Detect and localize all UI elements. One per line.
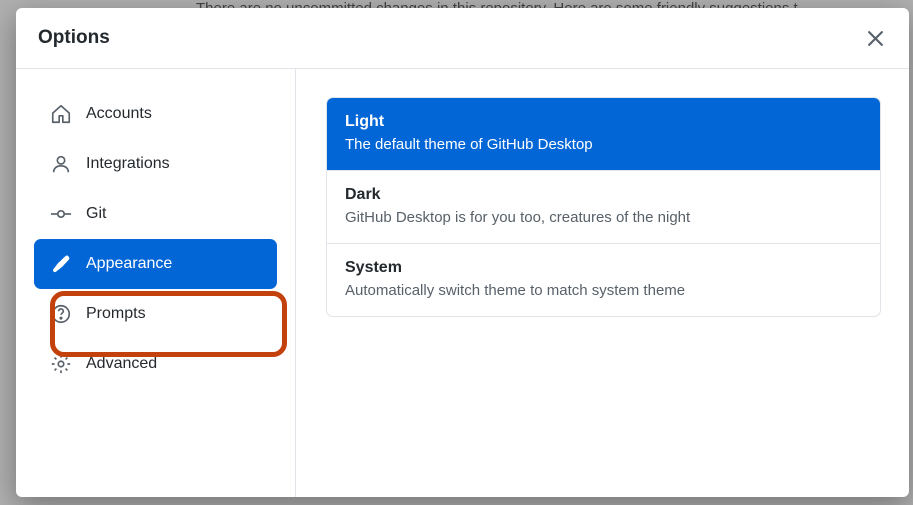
sidebar-item-appearance[interactable]: Appearance	[34, 239, 277, 289]
theme-title: Light	[345, 113, 862, 131]
sidebar-item-prompts[interactable]: Prompts	[34, 289, 277, 339]
sidebar-item-label: Prompts	[86, 305, 146, 323]
theme-description: GitHub Desktop is for you too, creatures…	[345, 209, 862, 226]
sidebar-item-label: Accounts	[86, 105, 152, 123]
question-circle-icon	[50, 303, 72, 325]
sidebar-item-advanced[interactable]: Advanced	[34, 339, 277, 389]
theme-list: Light The default theme of GitHub Deskto…	[326, 97, 881, 317]
gear-icon	[50, 353, 72, 375]
close-button[interactable]	[863, 26, 887, 50]
paintbrush-icon	[50, 253, 72, 275]
sidebar-item-label: Advanced	[86, 355, 157, 373]
git-commit-icon	[50, 203, 72, 225]
theme-title: Dark	[345, 186, 862, 204]
theme-description: The default theme of GitHub Desktop	[345, 136, 862, 153]
sidebar-item-label: Appearance	[86, 255, 172, 273]
theme-description: Automatically switch theme to match syst…	[345, 282, 862, 299]
theme-option-dark[interactable]: Dark GitHub Desktop is for you too, crea…	[327, 171, 880, 244]
theme-option-light[interactable]: Light The default theme of GitHub Deskto…	[327, 98, 880, 171]
sidebar-item-label: Integrations	[86, 155, 170, 173]
modal-header: Options	[16, 8, 909, 69]
person-icon	[50, 153, 72, 175]
modal-title: Options	[38, 27, 110, 49]
theme-title: System	[345, 259, 862, 277]
close-icon	[867, 30, 884, 47]
sidebar: Accounts Integrations Git Appearance	[16, 69, 296, 497]
sidebar-item-integrations[interactable]: Integrations	[34, 139, 277, 189]
home-icon	[50, 103, 72, 125]
modal-body: Accounts Integrations Git Appearance	[16, 69, 909, 497]
sidebar-item-git[interactable]: Git	[34, 189, 277, 239]
theme-option-system[interactable]: System Automatically switch theme to mat…	[327, 244, 880, 316]
main-panel: Light The default theme of GitHub Deskto…	[296, 69, 909, 497]
sidebar-item-accounts[interactable]: Accounts	[34, 89, 277, 139]
sidebar-item-label: Git	[86, 205, 106, 223]
options-modal: Options Accounts Integrations	[16, 8, 909, 497]
